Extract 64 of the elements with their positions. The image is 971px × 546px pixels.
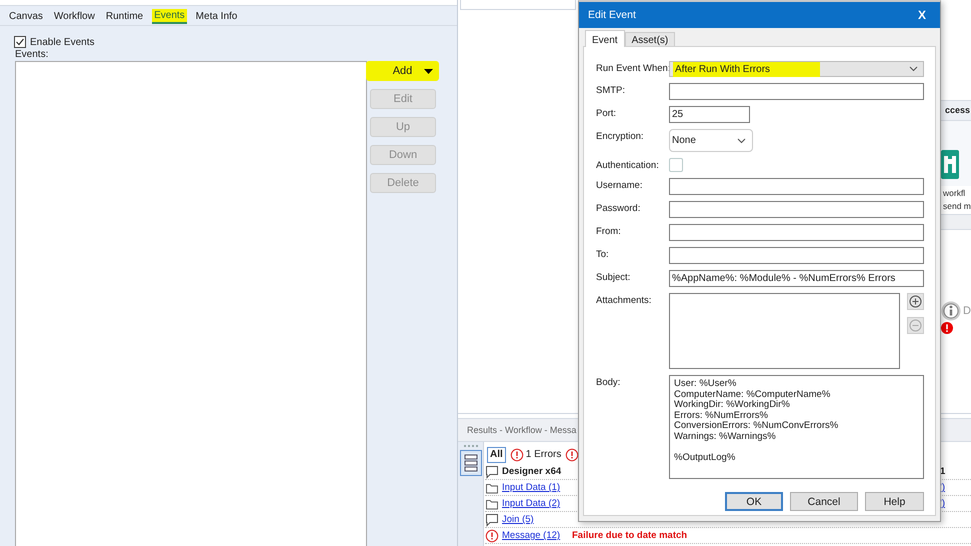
attachments-list[interactable]: [669, 293, 900, 369]
field-label: Password:: [596, 202, 642, 214]
tool-description: workfl send m: [942, 187, 971, 213]
text-field[interactable]: 25: [669, 106, 750, 123]
comment-icon: [485, 464, 499, 478]
filter-button[interactable]: All: [487, 446, 506, 462]
tab[interactable]: Event: [585, 30, 625, 47]
tab[interactable]: Asset(s): [624, 32, 676, 46]
checkbox-label: Enable Events: [30, 36, 94, 48]
chevron-icon: [909, 66, 918, 72]
filter-button[interactable]: 1 Errors: [510, 448, 562, 462]
text-field[interactable]: [669, 178, 924, 195]
minus-icon: [909, 319, 922, 332]
field-label: Authentication:: [596, 159, 660, 171]
text-field[interactable]: [669, 224, 924, 241]
text-field[interactable]: %AppName%: %Module% - %NumErrors% Errors: [669, 270, 924, 287]
tool-link[interactable]: Message (12): [502, 530, 572, 541]
dialog-title: Edit Event: [588, 9, 636, 21]
add-button[interactable]: [907, 293, 924, 310]
tab[interactable]: Events: [152, 9, 187, 24]
plus-icon: [909, 295, 922, 308]
text-field[interactable]: [669, 247, 924, 264]
tab[interactable]: Meta Info: [194, 9, 240, 24]
text-area[interactable]: User: %User% ComputerName: %ComputerName% WorkingDir: %WorkingDir% Errors: %NumErrors% ConversionErrors: %NumConvErrors% Warnings: %Warnings% %OutputLog%: [669, 375, 924, 479]
field-label: Body:: [596, 376, 622, 388]
tab[interactable]: Canvas: [7, 9, 45, 24]
dropdown-value: None: [672, 135, 696, 146]
tool-link[interactable]: Join (5): [502, 514, 572, 525]
tab[interactable]: Runtime: [104, 9, 146, 24]
tool-link[interactable]: Input Data (1): [502, 482, 572, 493]
tool-label: D: [963, 305, 971, 317]
table-cell-text: Designer x64: [502, 466, 562, 477]
field-label: Events:: [15, 49, 50, 60]
error-icon: [485, 528, 499, 542]
tab[interactable]: Workflow: [52, 9, 97, 24]
text-field[interactable]: [669, 83, 924, 100]
dialog-button[interactable]: OK: [725, 492, 783, 511]
field-label: Subject:: [596, 271, 632, 283]
dialog-button[interactable]: Help: [865, 492, 924, 511]
error-badge-icon: [941, 322, 953, 334]
caret-icon: [424, 69, 433, 74]
dropdown[interactable]: None: [669, 129, 753, 152]
field-label: Username:: [596, 179, 644, 191]
field-label: SMTP:: [596, 84, 626, 96]
comment-icon: [485, 512, 499, 526]
text-field[interactable]: [669, 201, 924, 218]
error-icon: [510, 448, 524, 462]
tool-link[interactable]: Input Data (2): [502, 498, 572, 509]
field-label: Port:: [596, 107, 618, 119]
close-button[interactable]: X: [918, 8, 926, 22]
field-label: To:: [596, 248, 610, 260]
dropdown[interactable]: After Run With Errors: [669, 61, 924, 77]
field-label: Encryption:: [596, 130, 645, 142]
field-label: Attachments:: [596, 294, 652, 306]
field-label: Run Event When:: [596, 62, 669, 74]
section-header: ccess: [941, 100, 971, 121]
action-button[interactable]: Add: [366, 61, 439, 81]
dropdown-value: After Run With Errors: [673, 62, 820, 76]
error-icon: [565, 448, 580, 462]
chevron-icon: [737, 138, 746, 144]
field-label: From:: [596, 225, 622, 237]
message-text: Failure due to date match: [572, 530, 688, 541]
dialog-button[interactable]: Cancel: [790, 492, 858, 511]
checkbox[interactable]: [14, 36, 26, 48]
